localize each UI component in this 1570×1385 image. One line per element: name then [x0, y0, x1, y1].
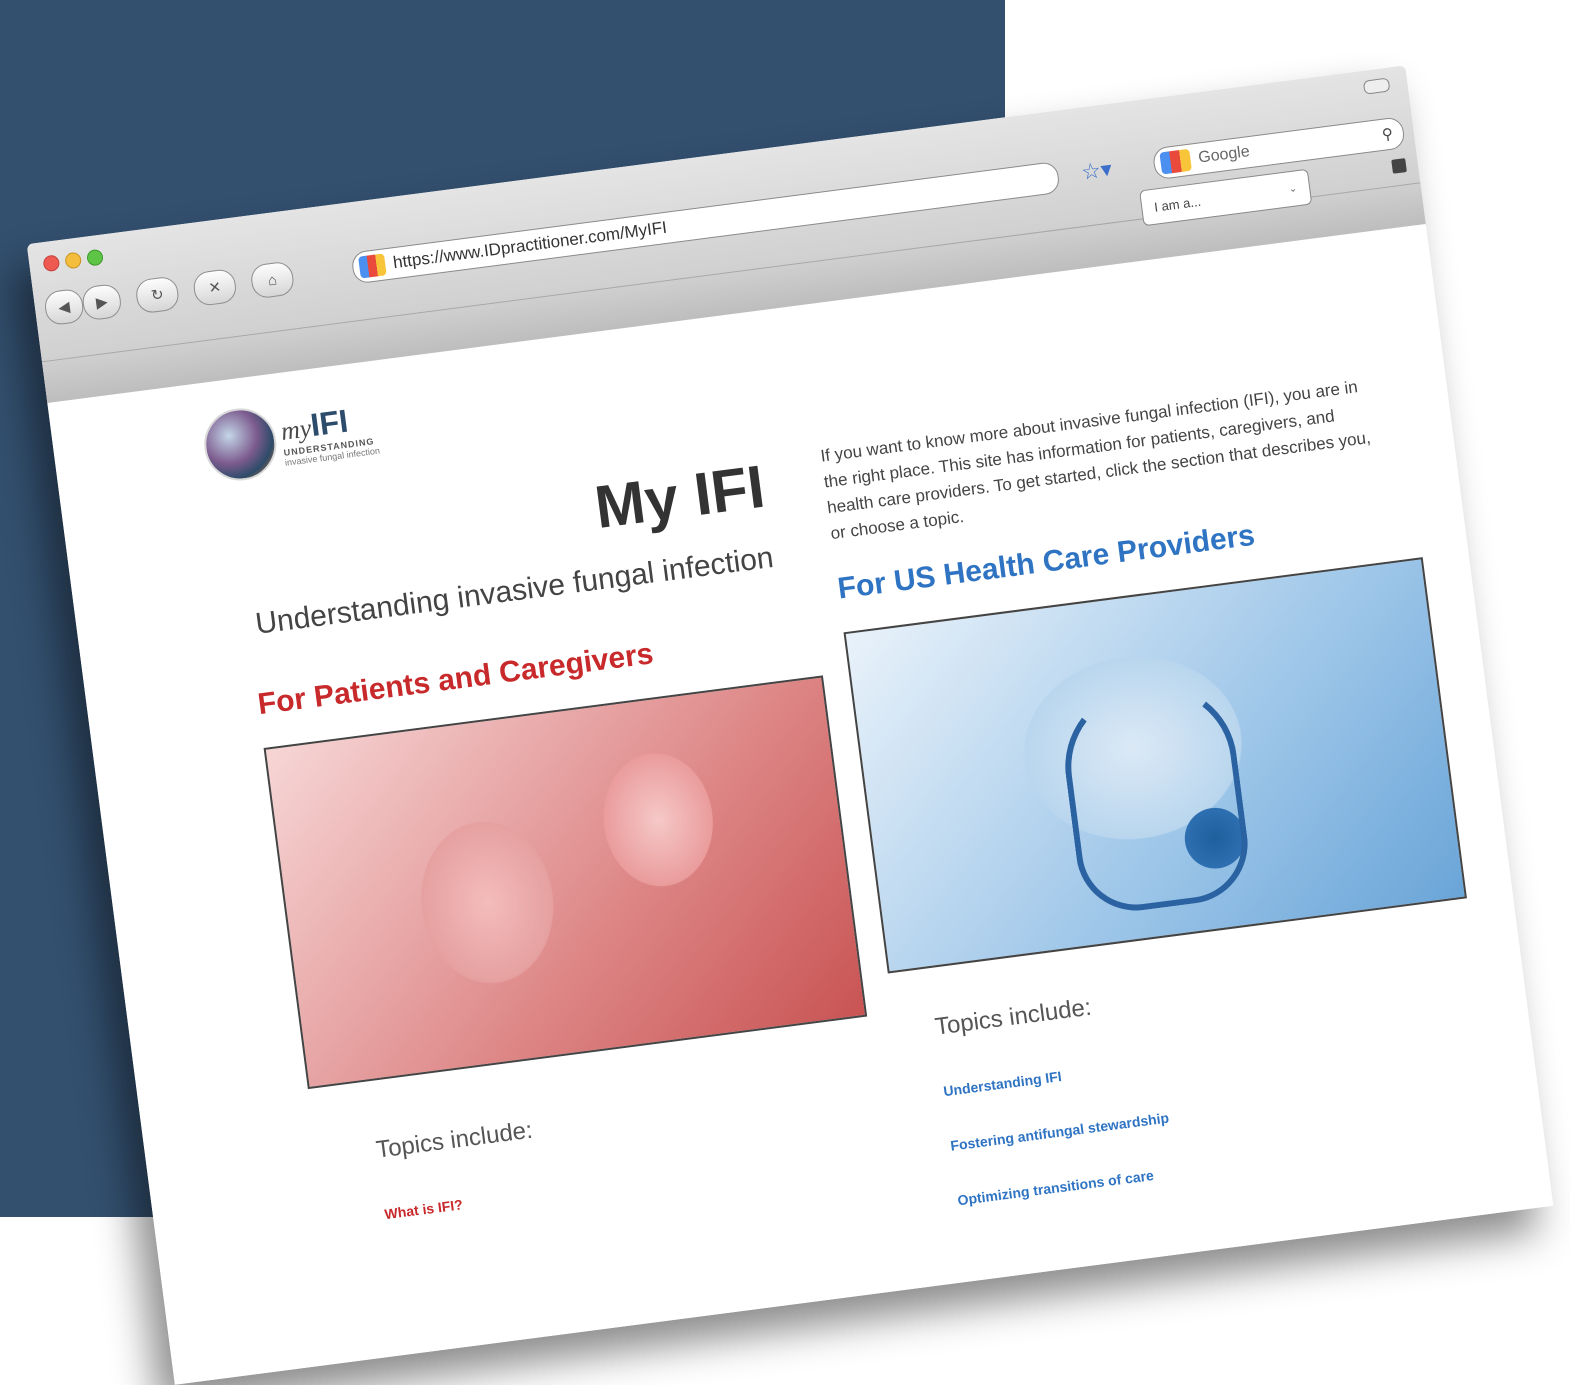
logo-globe-icon — [199, 404, 281, 485]
search-box[interactable]: Google ⚲ — [1151, 116, 1406, 181]
search-placeholder: Google — [1197, 143, 1251, 167]
browser-window: ◀ ▶ ↻ ✕ ⌂ https://www.IDpractitioner.com… — [26, 65, 1554, 1385]
patients-photo[interactable] — [263, 675, 868, 1090]
logo-word: my — [279, 412, 313, 446]
providers-photo[interactable] — [843, 557, 1467, 974]
stop-button[interactable]: ✕ — [191, 267, 238, 307]
stop-icon: ✕ — [207, 278, 223, 298]
intro-paragraph: If you want to know more about invasive … — [819, 377, 1372, 544]
forward-icon: ▶ — [95, 293, 109, 312]
bookmarks-menu-icon[interactable] — [1391, 158, 1407, 174]
chevron-down-icon: ⌄ — [1288, 182, 1298, 195]
minimize-window-icon[interactable] — [64, 251, 83, 270]
page-title: My IFI — [591, 452, 769, 541]
providers-topic-link[interactable]: Understanding IFI — [942, 1068, 1062, 1099]
logo-word-bold: IFI — [308, 402, 350, 443]
providers-topic-link[interactable]: Fostering antifungal stewardship — [950, 1110, 1170, 1154]
search-icon[interactable]: ⚲ — [1381, 125, 1394, 143]
window-toggle-icon[interactable] — [1362, 77, 1391, 95]
logo-text: myIFI UNDERSTANDING invasive fungal infe… — [278, 398, 380, 467]
back-button[interactable]: ◀ — [43, 287, 86, 327]
zoom-window-icon[interactable] — [86, 248, 104, 267]
providers-topics-label: Topics include: — [933, 993, 1093, 1041]
forward-button[interactable]: ▶ — [80, 282, 123, 322]
page-subtitle: Understanding invasive fungal infection — [253, 540, 776, 641]
site-favicon-icon — [358, 253, 387, 279]
home-button[interactable]: ⌂ — [249, 260, 296, 300]
home-icon: ⌂ — [266, 270, 278, 289]
bookmark-star-icon[interactable]: ☆▾ — [1079, 151, 1138, 188]
patients-topics-label: Topics include: — [374, 1116, 535, 1164]
stethoscope-graphic — [1055, 675, 1255, 918]
providers-topic-link[interactable]: Optimizing transitions of care — [957, 1167, 1155, 1208]
reload-icon: ↻ — [150, 286, 165, 305]
reload-button[interactable]: ↻ — [134, 275, 181, 315]
audience-selector-label: I am a... — [1153, 193, 1202, 215]
patients-topic-link[interactable]: What is IFI? — [384, 1196, 464, 1222]
site-logo[interactable]: myIFI UNDERSTANDING invasive fungal infe… — [199, 391, 381, 485]
address-bar-url: https://www.IDpractitioner.com/MyIFI — [391, 217, 668, 273]
search-engine-icon[interactable] — [1159, 148, 1192, 175]
page-content: I am a... ⌄ myIFI UNDERSTANDING invasive… — [47, 168, 1554, 1385]
back-icon: ◀ — [57, 298, 71, 317]
close-window-icon[interactable] — [42, 254, 61, 273]
